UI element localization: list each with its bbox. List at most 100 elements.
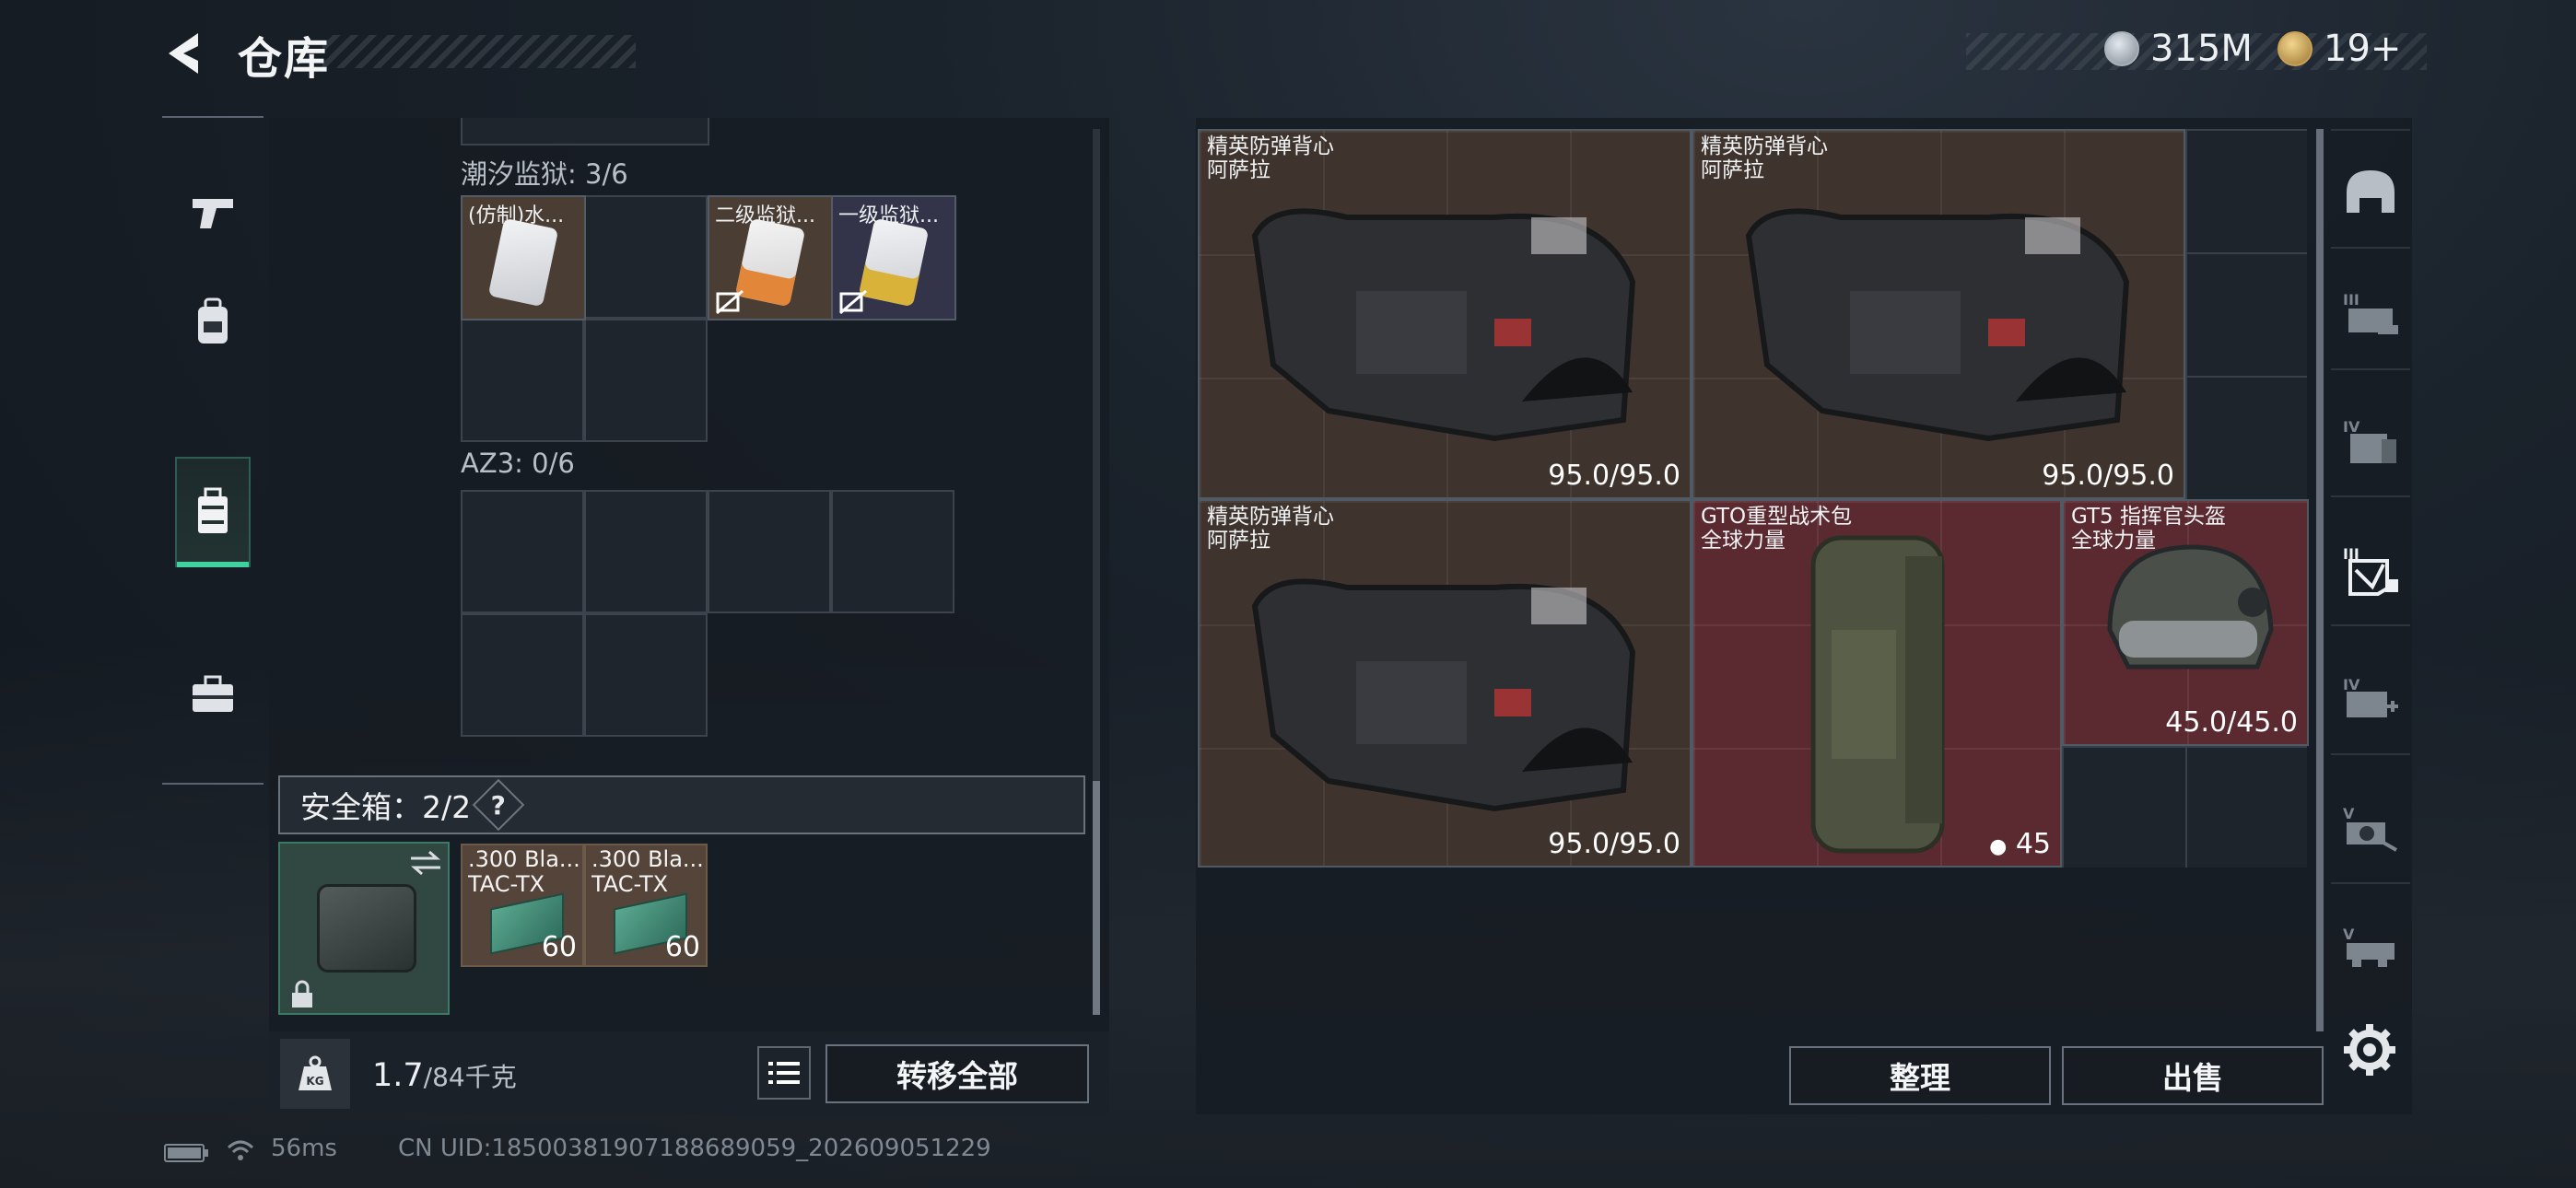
svg-text:V: V [2343, 805, 2355, 822]
item-name: 一级监狱... [838, 204, 939, 227]
medkit-IV-icon: IV [2343, 676, 2398, 717]
keycard-image [734, 217, 806, 308]
keycard-image [858, 217, 930, 308]
armor-vest-image [1745, 208, 2130, 442]
pistol-icon [193, 199, 233, 228]
capacity-icon: ● [1989, 835, 2008, 858]
currency-2[interactable]: 19+ [2277, 28, 2401, 70]
grid-cell[interactable] [461, 490, 584, 613]
help-button[interactable]: ? [472, 778, 525, 832]
section-label-tide-prison: 潮汐监狱: 3/6 [461, 158, 628, 190]
weight-current: 1.7 [372, 1057, 424, 1094]
tab-armor-active[interactable]: III [2331, 516, 2410, 626]
item-durability: 95.0/95.0 [2042, 460, 2174, 492]
stash-scrollbar[interactable] [2316, 129, 2324, 1031]
keycard-item[interactable]: 一级监狱... [831, 195, 956, 320]
rig-V-icon: V [2343, 926, 2395, 967]
left-category-tabs [162, 116, 263, 785]
no-trade-icon [839, 289, 867, 315]
safe-box-image [317, 884, 416, 973]
help-icon: ? [490, 789, 507, 821]
svg-text:KG: KG [306, 1075, 323, 1088]
helmet-icon [2347, 170, 2395, 213]
tab-helmets[interactable] [2331, 138, 2410, 249]
page-title: 仓库 [238, 33, 331, 85]
safe-box-label: 安全箱：2/2 [300, 789, 472, 825]
grid-cell[interactable] [461, 319, 584, 442]
item-name: 精英防弹背心 阿萨拉 [1207, 134, 1334, 182]
tab-scope-v[interactable]: V [2331, 774, 2410, 884]
inventory-scroll-thumb[interactable] [1093, 781, 1100, 1015]
tab-medkit-iv[interactable]: IV [2331, 645, 2410, 755]
previous-section-grid [461, 118, 709, 146]
svg-text:V: V [2343, 926, 2355, 943]
grid-cell[interactable] [584, 490, 708, 613]
safe-box-header: 安全箱：2/2 ? [278, 775, 1085, 834]
tab-folder-iv[interactable]: IV [2331, 387, 2410, 497]
tab-containers[interactable] [175, 457, 251, 567]
keycard-item[interactable]: (仿制)水... [461, 195, 586, 320]
gold-coin-icon [2277, 31, 2313, 66]
section-label-az3: AZ3: 0/6 [461, 448, 575, 479]
svg-text:IV: IV [2343, 418, 2360, 436]
sort-button[interactable]: 整理 [1789, 1046, 2051, 1105]
settings-gear-icon[interactable] [2342, 1022, 2397, 1077]
svg-text:IV: IV [2343, 676, 2360, 693]
list-view-button[interactable] [757, 1046, 811, 1100]
ammo-count: 60 [541, 931, 577, 963]
tab-medical[interactable] [175, 639, 251, 750]
ammo-name: .300 Bla... TAC-TX [591, 847, 704, 897]
battery-icon [164, 1144, 208, 1162]
right-category-tabs: III IV III IV V V [2331, 129, 2410, 1013]
keycard-item[interactable]: 二级监狱... [708, 195, 833, 320]
tab-gear[interactable] [175, 267, 251, 378]
ammo-name: .300 Bla... TAC-TX [468, 847, 580, 897]
currency-2-value: 19+ [2324, 28, 2402, 70]
stash-item-helmet[interactable]: GT5 指挥官头盔 全球力量 45.0/45.0 [2062, 499, 2309, 746]
swap-icon[interactable] [407, 849, 444, 877]
item-name: GT5 指挥官头盔 全球力量 [2071, 505, 2226, 553]
transfer-all-button[interactable]: 转移全部 [825, 1044, 1089, 1103]
stash-item-backpack[interactable]: GTO重型战术包 全球力量 ● 45 [1692, 499, 2062, 868]
tab-armor-iii[interactable]: III [2331, 260, 2410, 370]
armor-vest-image [1251, 208, 1636, 442]
armor-active-icon: III [2343, 545, 2398, 596]
grid-cell[interactable] [461, 613, 584, 737]
helmet-image [2107, 544, 2274, 670]
item-capacity: ● 45 [1989, 828, 2051, 860]
ping-readout: 56ms [271, 1135, 337, 1162]
ammo-item[interactable]: .300 Bla... TAC-TX 60 [584, 844, 708, 967]
weight-icon: KG [280, 1039, 350, 1109]
grid-cell[interactable] [831, 490, 954, 613]
weight-readout: 1.7/84千克 [372, 1057, 517, 1094]
grid-cell[interactable] [584, 195, 708, 319]
ammo-item[interactable]: .300 Bla... TAC-TX 60 [461, 844, 584, 967]
toolbox-icon [193, 675, 233, 712]
tab-rig-v[interactable]: V [2331, 893, 2410, 1004]
armor-III-icon: III [2343, 291, 2398, 334]
currency-1-value: 315M [2150, 28, 2253, 70]
grid-cell[interactable] [708, 490, 831, 613]
silver-coin-icon [2104, 31, 2139, 66]
backpack-image [1810, 535, 1945, 854]
back-button[interactable] [162, 28, 206, 79]
no-trade-icon [716, 289, 744, 315]
currency-1[interactable]: 315M [2104, 28, 2253, 70]
armor-vest-image [1251, 578, 1636, 812]
svg-text:III: III [2343, 291, 2359, 309]
weight-max: /84千克 [423, 1062, 517, 1092]
stash-item-armor[interactable]: 精英防弹背心 阿萨拉 95.0/95.0 [1198, 499, 1692, 868]
safe-box-slot[interactable] [278, 842, 450, 1015]
tab-weapons[interactable] [175, 157, 251, 267]
grid-cell[interactable] [584, 613, 708, 737]
stash-item-armor[interactable]: 精英防弹背心 阿萨拉 95.0/95.0 [1692, 129, 2185, 499]
grid-cell[interactable] [584, 319, 708, 442]
lock-icon [292, 980, 312, 1007]
folder-IV-icon: IV [2343, 418, 2396, 463]
sell-button[interactable]: 出售 [2062, 1046, 2324, 1105]
stash-item-armor[interactable]: 精英防弹背心 阿萨拉 95.0/95.0 [1198, 129, 1692, 499]
wifi-icon [227, 1140, 254, 1160]
scope-V-icon: V [2343, 805, 2397, 852]
item-name: 精英防弹背心 阿萨拉 [1701, 134, 1828, 182]
back-arrow-icon [169, 33, 198, 74]
